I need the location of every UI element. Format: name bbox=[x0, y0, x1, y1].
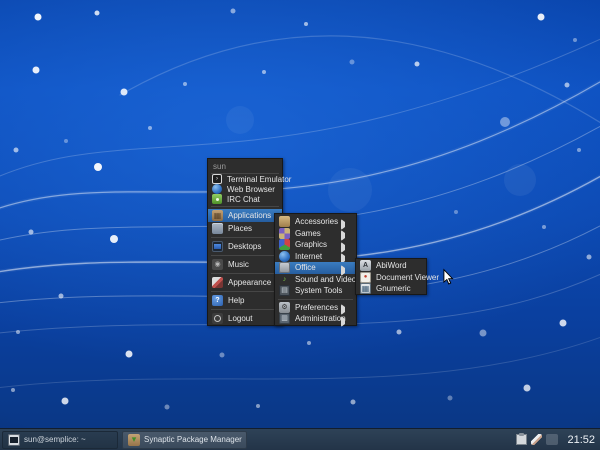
desktop: sun Terminal Emulator Web Browser IRC Ch… bbox=[0, 0, 600, 450]
sound-and-video-icon bbox=[279, 274, 290, 285]
menu-item-system-tools[interactable]: System Tools bbox=[275, 285, 356, 297]
inactive-tray-icon[interactable] bbox=[546, 434, 558, 445]
appearance-icon bbox=[212, 277, 223, 288]
office-submenu: AbiWord Document Viewer Gnumeric bbox=[355, 258, 427, 295]
terminal-task-icon bbox=[8, 434, 20, 446]
desktops-icon bbox=[212, 241, 223, 252]
menu-item-help[interactable]: Help bbox=[208, 294, 282, 307]
mouse-cursor-icon bbox=[443, 271, 454, 282]
gnumeric-icon bbox=[360, 283, 371, 294]
accessories-icon bbox=[279, 216, 290, 227]
menu-item-logout[interactable]: Logout bbox=[208, 312, 282, 325]
office-icon bbox=[279, 262, 290, 273]
system-tools-icon bbox=[279, 285, 290, 296]
music-icon bbox=[212, 259, 223, 270]
menu-item-accessories[interactable]: Accessories bbox=[275, 216, 356, 228]
clock: 21:52 bbox=[567, 434, 595, 446]
menu-item-administration[interactable]: Administration bbox=[275, 313, 356, 325]
menu-item-irc-chat[interactable]: IRC Chat bbox=[208, 194, 282, 204]
menu-item-preferences[interactable]: Preferences bbox=[275, 302, 356, 314]
taskbar: sun@semplice: ~ Synaptic Package Manager… bbox=[0, 428, 600, 450]
menu-title: sun bbox=[208, 159, 282, 173]
menu-item-desktops[interactable]: Desktops bbox=[208, 240, 282, 253]
applications-icon bbox=[212, 210, 223, 221]
menu-item-sound-and-video[interactable]: Sound and Video bbox=[275, 274, 356, 286]
administration-icon bbox=[279, 313, 290, 324]
clipboard-tray-icon[interactable] bbox=[516, 434, 527, 445]
menu-item-office[interactable]: Office bbox=[275, 262, 356, 274]
places-icon bbox=[212, 223, 223, 234]
menu-item-abiword[interactable]: AbiWord bbox=[356, 260, 426, 272]
taskbar-window-terminal[interactable]: sun@semplice: ~ bbox=[2, 431, 118, 449]
menu-item-appearance[interactable]: Appearance bbox=[208, 276, 282, 289]
abiword-icon bbox=[360, 260, 371, 271]
preferences-icon bbox=[279, 302, 290, 313]
paintbrush-tray-icon[interactable] bbox=[531, 434, 542, 445]
menu-item-internet[interactable]: Internet bbox=[275, 251, 356, 263]
synaptic-task-icon bbox=[128, 434, 140, 446]
root-menu: sun Terminal Emulator Web Browser IRC Ch… bbox=[207, 158, 283, 326]
system-tray bbox=[516, 434, 558, 445]
applications-submenu: Accessories Games Graphics Internet Offi… bbox=[274, 213, 357, 326]
menu-item-graphics[interactable]: Graphics bbox=[275, 239, 356, 251]
taskbar-window-synaptic[interactable]: Synaptic Package Manager bbox=[122, 431, 247, 449]
document-viewer-icon bbox=[360, 272, 371, 283]
web-browser-icon bbox=[212, 184, 222, 194]
help-icon bbox=[212, 295, 223, 306]
menu-item-web-browser[interactable]: Web Browser bbox=[208, 184, 282, 194]
menu-item-terminal-emulator[interactable]: Terminal Emulator bbox=[208, 174, 282, 184]
submenu-arrow-icon bbox=[341, 316, 352, 327]
terminal-emulator-icon bbox=[212, 174, 222, 184]
internet-icon bbox=[279, 251, 290, 262]
irc-chat-icon bbox=[212, 194, 222, 204]
logout-icon bbox=[212, 313, 223, 324]
menu-item-document-viewer[interactable]: Document Viewer bbox=[356, 272, 426, 284]
menu-item-games[interactable]: Games bbox=[275, 228, 356, 240]
menu-item-gnumeric[interactable]: Gnumeric bbox=[356, 283, 426, 295]
menu-item-places[interactable]: Places bbox=[208, 222, 282, 235]
menu-item-applications[interactable]: Applications bbox=[208, 209, 282, 222]
menu-item-music[interactable]: Music bbox=[208, 258, 282, 271]
graphics-icon bbox=[279, 239, 290, 250]
games-icon bbox=[279, 228, 290, 239]
